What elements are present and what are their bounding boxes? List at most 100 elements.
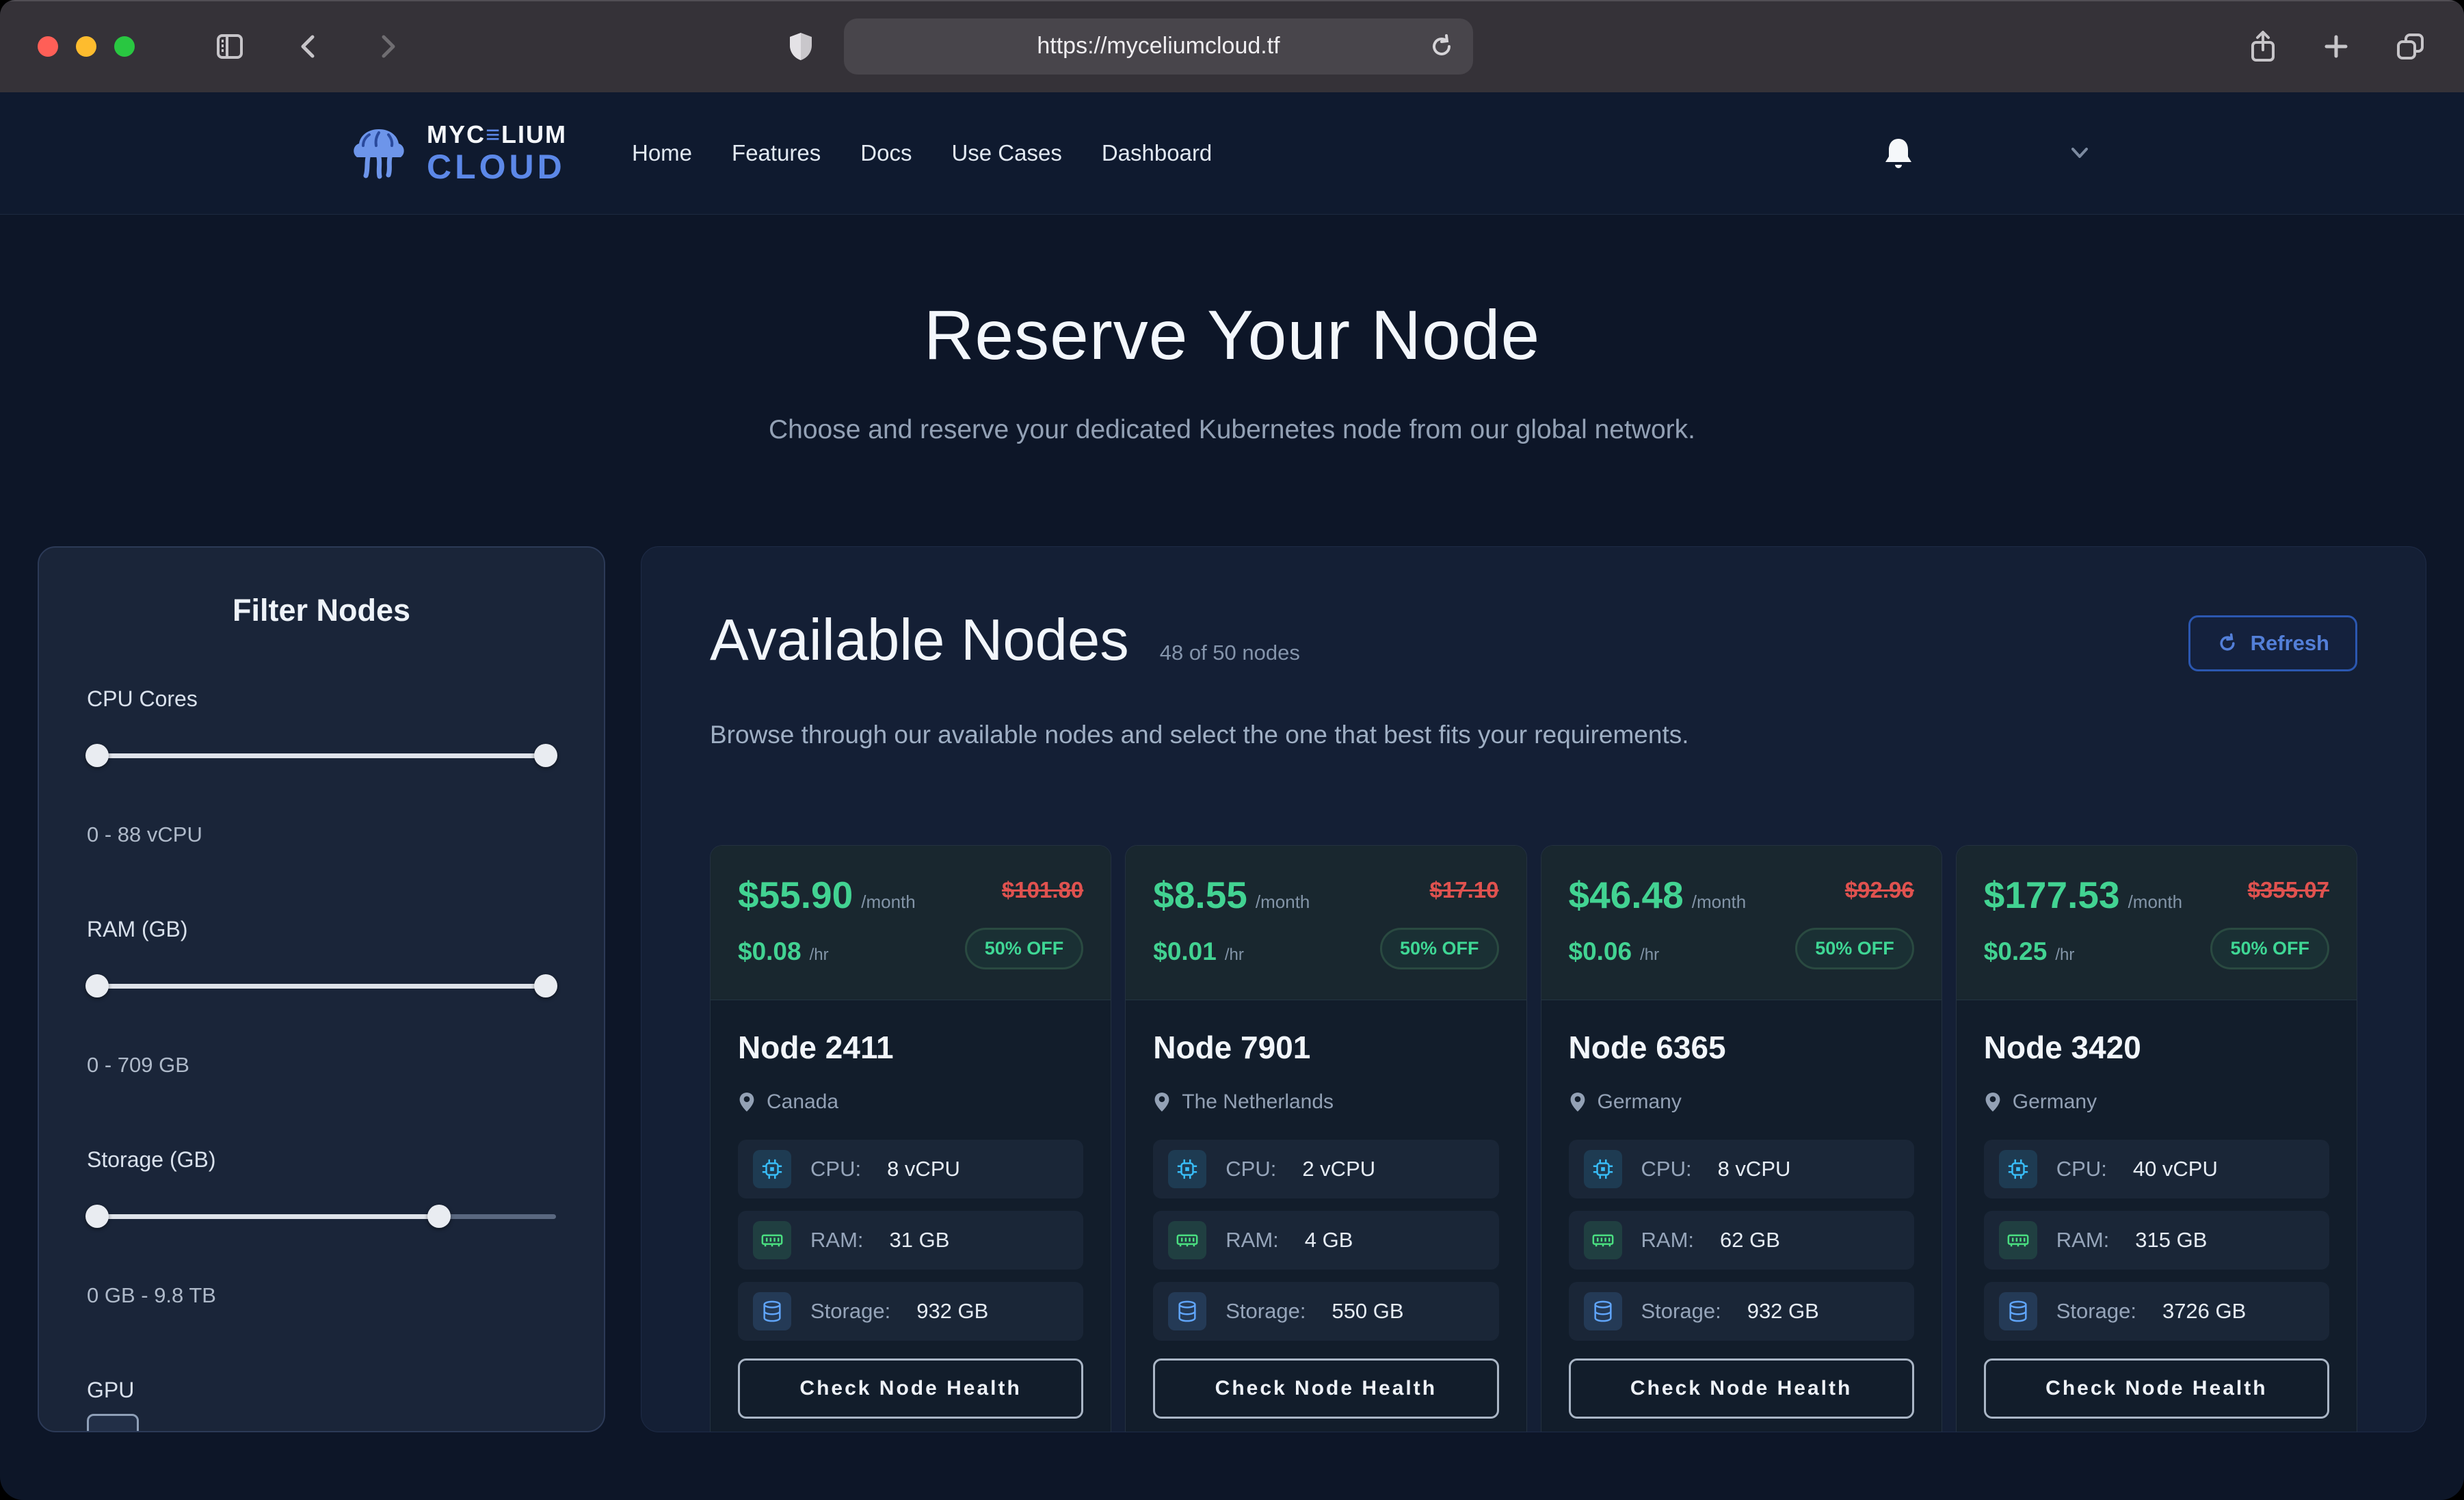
back-icon[interactable] — [294, 31, 324, 62]
check-node-health-button[interactable]: Check Node Health — [1984, 1358, 2329, 1419]
nav-link-use-cases[interactable]: Use Cases — [951, 140, 1061, 166]
storage-range-text: 0 GB - 9.8 TB — [87, 1283, 556, 1308]
cpu-value: 8 vCPU — [1718, 1157, 1791, 1181]
node-location: Canada — [767, 1090, 838, 1114]
storage-label: Storage: — [1641, 1299, 1721, 1324]
storage-slider-min-handle[interactable] — [85, 1205, 109, 1228]
site-header: MYC≡LIUM CLOUD Home Features Docs Use Ca… — [0, 92, 2464, 215]
discount-badge: 50% OFF — [2210, 928, 2329, 969]
storage-value: 932 GB — [1747, 1299, 1819, 1324]
ram-slider-max-handle[interactable] — [534, 974, 557, 997]
page-title: Reserve Your Node — [0, 295, 2464, 375]
chevron-down-icon[interactable] — [2068, 144, 2091, 162]
node-count: 48 of 50 nodes — [1160, 641, 1300, 665]
zoom-button[interactable] — [114, 36, 135, 57]
tab-overview-icon[interactable] — [2394, 30, 2426, 63]
ram-icon — [753, 1221, 791, 1259]
forward-icon[interactable] — [372, 31, 402, 62]
nav-link-dashboard[interactable]: Dashboard — [1102, 140, 1212, 166]
cpu-slider-max-handle[interactable] — [534, 744, 557, 767]
spec-row-storage: Storage: 932 GB — [738, 1282, 1083, 1341]
brand-logo[interactable]: MYC≡LIUM CLOUD — [349, 122, 567, 184]
cpu-range-slider[interactable] — [87, 743, 556, 768]
monthly-price: $8.55 — [1153, 874, 1247, 916]
check-node-health-button[interactable]: Check Node Health — [738, 1358, 1083, 1419]
ram-label: RAM: — [1641, 1228, 1695, 1253]
address-bar[interactable]: https://myceliumcloud.tf — [844, 18, 1473, 75]
node-card: $55.90/month $0.08/hr $101.80 50% OFF No… — [710, 845, 1111, 1432]
filter-gpu: GPU — [87, 1378, 556, 1432]
brand-name-top: MYC≡LIUM — [427, 122, 567, 147]
storage-slider-max-handle[interactable] — [427, 1205, 451, 1228]
cpu-label: CPU: — [2056, 1157, 2107, 1181]
spec-row-ram: RAM: 62 GB — [1569, 1211, 1914, 1270]
filter-ram: RAM (GB) 0 - 709 GB — [87, 917, 556, 1077]
gpu-checkbox[interactable] — [87, 1414, 139, 1432]
browser-chrome: https://myceliumcloud.tf — [0, 0, 2464, 92]
browser-window: https://myceliumcloud.tf — [0, 0, 2464, 1500]
new-tab-icon[interactable] — [2321, 31, 2351, 62]
spec-row-cpu: CPU: 8 vCPU — [738, 1140, 1083, 1198]
cpu-icon — [753, 1150, 791, 1188]
check-node-health-button[interactable]: Check Node Health — [1153, 1358, 1498, 1419]
ram-value: 4 GB — [1305, 1228, 1353, 1253]
refresh-button[interactable]: Refresh — [2188, 615, 2357, 671]
ram-range-text: 0 - 709 GB — [87, 1053, 556, 1077]
ram-value: 31 GB — [890, 1228, 950, 1253]
filter-title: Filter Nodes — [87, 593, 556, 628]
close-button[interactable] — [38, 36, 58, 57]
spec-row-storage: Storage: 932 GB — [1569, 1282, 1914, 1341]
ram-range-slider[interactable] — [87, 974, 556, 998]
check-node-health-button[interactable]: Check Node Health — [1569, 1358, 1914, 1419]
cpu-icon — [1168, 1150, 1206, 1188]
cpu-icon — [1999, 1150, 2037, 1188]
ram-filter-label: RAM (GB) — [87, 917, 556, 942]
per-hour-label: /hr — [1225, 946, 1244, 964]
ram-slider-min-handle[interactable] — [85, 974, 109, 997]
sidebar-toggle-icon[interactable] — [213, 30, 246, 63]
per-month-label: /month — [861, 892, 916, 912]
node-card: $177.53/month $0.25/hr $355.07 50% OFF N… — [1956, 845, 2357, 1432]
monthly-price: $46.48 — [1569, 874, 1684, 916]
node-name: Node 2411 — [738, 1029, 1083, 1066]
nav-link-home[interactable]: Home — [632, 140, 692, 166]
available-nodes-panel: Available Nodes 48 of 50 nodes Refresh B… — [641, 546, 2426, 1432]
cpu-icon — [1584, 1150, 1622, 1188]
brand-name-bottom: CLOUD — [427, 150, 567, 184]
node-location: The Netherlands — [1182, 1090, 1334, 1114]
storage-filter-label: Storage (GB) — [87, 1147, 556, 1173]
storage-label: Storage: — [810, 1299, 890, 1324]
storage-range-slider[interactable] — [87, 1204, 556, 1229]
storage-icon — [753, 1292, 791, 1330]
storage-label: Storage: — [2056, 1299, 2136, 1324]
discount-badge: 50% OFF — [1795, 928, 1914, 969]
location-pin-icon — [738, 1091, 756, 1113]
cpu-value: 2 vCPU — [1302, 1157, 1375, 1181]
panel-description: Browse through our available nodes and s… — [710, 721, 2357, 749]
storage-label: Storage: — [1226, 1299, 1306, 1324]
cpu-value: 8 vCPU — [887, 1157, 960, 1181]
gpu-filter-label: GPU — [87, 1378, 556, 1403]
nav-links: Home Features Docs Use Cases Dashboard — [632, 140, 1212, 166]
filter-panel: Filter Nodes CPU Cores 0 - 88 vCPU RAM (… — [38, 546, 605, 1432]
spec-row-storage: Storage: 550 GB — [1153, 1282, 1498, 1341]
filter-storage: Storage (GB) 0 GB - 9.8 TB — [87, 1147, 556, 1308]
spec-row-ram: RAM: 315 GB — [1984, 1211, 2329, 1270]
price-header: $8.55/month $0.01/hr $17.10 50% OFF — [1126, 846, 1526, 1000]
share-icon[interactable] — [2247, 29, 2279, 64]
discount-badge: 50% OFF — [965, 928, 1084, 969]
reload-icon[interactable] — [1428, 33, 1455, 60]
cpu-range-text: 0 - 88 vCPU — [87, 822, 556, 847]
nav-link-docs[interactable]: Docs — [860, 140, 912, 166]
price-header: $46.48/month $0.06/hr $92.96 50% OFF — [1541, 846, 1942, 1000]
nav-link-features[interactable]: Features — [732, 140, 821, 166]
spec-row-storage: Storage: 3726 GB — [1984, 1282, 2329, 1341]
storage-value: 3726 GB — [2162, 1299, 2246, 1324]
bell-icon[interactable] — [1883, 136, 1914, 170]
cpu-slider-min-handle[interactable] — [85, 744, 109, 767]
spec-row-ram: RAM: 31 GB — [738, 1211, 1083, 1270]
url-text: https://myceliumcloud.tf — [1037, 33, 1280, 59]
minimize-button[interactable] — [76, 36, 96, 57]
ram-label: RAM: — [1226, 1228, 1279, 1253]
old-price: $92.96 — [1845, 877, 1914, 903]
